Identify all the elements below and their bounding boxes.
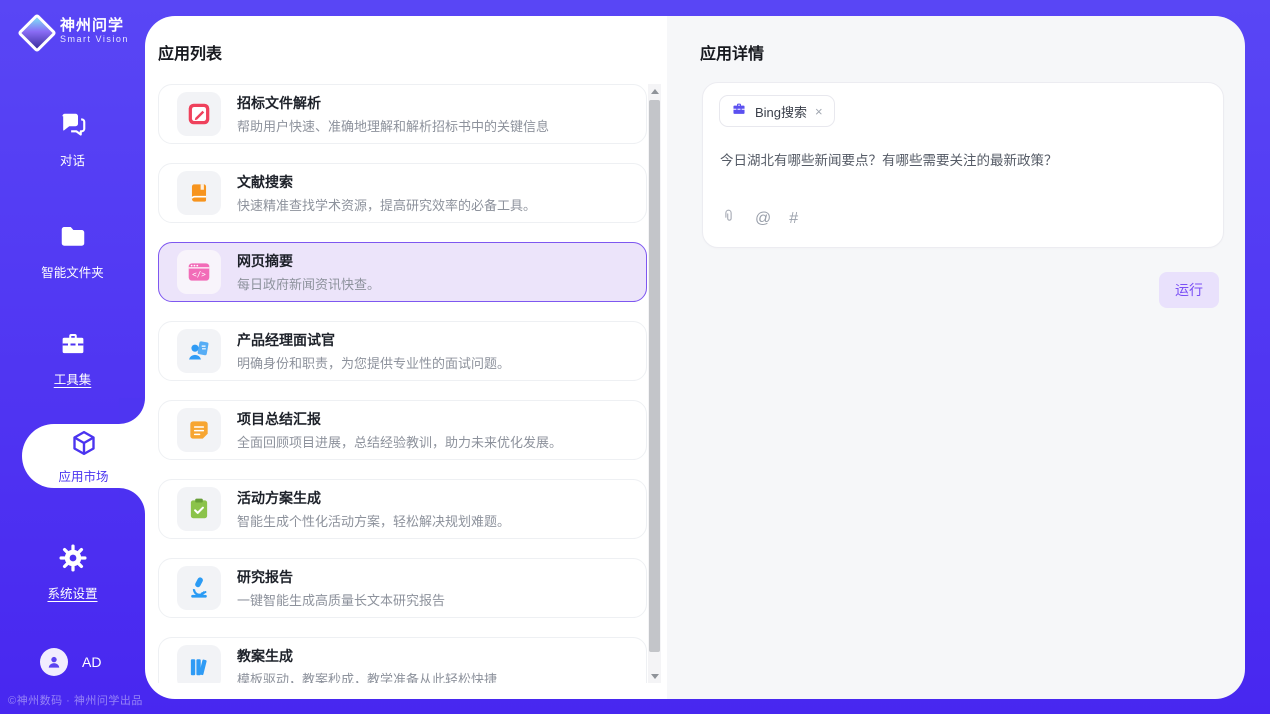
app-card-project-summary[interactable]: 项目总结汇报 全面回顾项目进展，总结经验教训，助力未来优化发展。 <box>158 400 647 460</box>
app-card-title: 网页摘要 <box>237 251 380 271</box>
interviewer-icon <box>177 329 221 373</box>
scrollbar-thumb[interactable] <box>649 100 660 652</box>
sidebar-item-label: 系统设置 <box>47 583 97 602</box>
hash-icon[interactable]: # <box>789 210 798 228</box>
microscope-icon <box>177 566 221 610</box>
app-card-web-summary[interactable]: </> 网页摘要 每日政府新闻资讯快查。 <box>158 242 647 302</box>
app-card-desc: 智能生成个性化活动方案，轻松解决规划难题。 <box>237 511 510 530</box>
app-card-title: 项目总结汇报 <box>237 409 562 429</box>
at-icon[interactable]: @ <box>755 210 771 228</box>
sidebar-item-app-market[interactable]: 应用市场 <box>22 424 145 488</box>
app-card-desc: 每日政府新闻资讯快查。 <box>237 274 380 293</box>
app-card-title: 产品经理面试官 <box>237 330 510 350</box>
books-icon <box>177 645 221 683</box>
app-card-desc: 一键智能生成高质量长文本研究报告 <box>237 590 445 609</box>
app-card-event-plan[interactable]: 活动方案生成 智能生成个性化活动方案，轻松解决规划难题。 <box>158 479 647 539</box>
cube-icon <box>69 428 99 463</box>
active-tab-curve-top <box>119 398 145 424</box>
scroll-up-arrow-icon[interactable] <box>648 84 661 98</box>
sidebar-item-label: 对话 <box>60 150 85 169</box>
app-card-title: 招标文件解析 <box>237 93 549 113</box>
app-detail-panel: 应用详情 Bing搜索 × 今日湖北有哪些新闻要点？有哪些需要关注的最新 <box>667 16 1245 699</box>
tool-tag-label: Bing搜索 <box>755 102 807 121</box>
app-card-pm-interviewer[interactable]: 产品经理面试官 明确身份和职责，为您提供专业性的面试问题。 <box>158 321 647 381</box>
app-card-tender-parse[interactable]: 招标文件解析 帮助用户快速、准确地理解和解析招标书中的关键信息 <box>158 84 647 144</box>
app-card-desc: 帮助用户快速、准确地理解和解析招标书中的关键信息 <box>237 116 549 135</box>
app-list: 招标文件解析 帮助用户快速、准确地理解和解析招标书中的关键信息 文献搜索 <box>158 84 647 683</box>
memo-icon <box>177 408 221 452</box>
chat-icon <box>58 110 88 145</box>
sidebar-item-label: 工具集 <box>54 369 92 388</box>
tool-tag-bing-search[interactable]: Bing搜索 × <box>719 95 835 127</box>
app-card-title: 文献搜索 <box>237 172 536 192</box>
user-account[interactable]: AD <box>40 648 101 676</box>
app-list-title: 应用列表 <box>158 40 222 64</box>
toolbox-icon <box>58 329 88 364</box>
app-detail-title: 应用详情 <box>700 40 764 64</box>
brand-logo: 神州问学 Smart Vision <box>18 14 129 48</box>
app-card-lesson-plan[interactable]: 教案生成 模板驱动，教案秒成，教学准备从此轻松快捷 <box>158 637 647 683</box>
prompt-input[interactable]: 今日湖北有哪些新闻要点？有哪些需要关注的最新政策？ <box>720 151 1203 170</box>
scroll-down-arrow-icon[interactable] <box>648 669 661 683</box>
brand-text: 神州问学 Smart Vision <box>60 17 129 45</box>
active-tab-curve-bottom <box>119 488 145 514</box>
app-card-desc: 快速精准查找学术资源，提高研究效率的必备工具。 <box>237 195 536 214</box>
prompt-card: Bing搜索 × 今日湖北有哪些新闻要点？有哪些需要关注的最新政策？ @ # <box>702 82 1224 248</box>
app-list-scrollbar[interactable] <box>648 84 661 683</box>
app-card-research-report[interactable]: 研究报告 一键智能生成高质量长文本研究报告 <box>158 558 647 618</box>
brand-gem-icon <box>18 14 52 48</box>
clipboard-check-icon <box>177 487 221 531</box>
briefcase-icon <box>731 101 747 122</box>
paperclip-icon[interactable] <box>720 207 737 231</box>
app-card-desc: 全面回顾项目进展，总结经验教训，助力未来优化发展。 <box>237 432 562 451</box>
sidebar-item-chat[interactable]: 对话 <box>0 110 145 169</box>
svg-text:</>: </> <box>192 270 206 279</box>
app-card-literature-search[interactable]: 文献搜索 快速精准查找学术资源，提高研究效率的必备工具。 <box>158 163 647 223</box>
book-icon <box>177 171 221 215</box>
person-icon <box>45 653 63 671</box>
gear-icon <box>58 543 88 578</box>
folder-icon <box>58 222 88 257</box>
app-card-desc: 模板驱动，教案秒成，教学准备从此轻松快捷 <box>237 669 497 683</box>
sidebar-item-label: 智能文件夹 <box>41 262 104 281</box>
attachment-toolbar: @ # <box>720 207 798 231</box>
sidebar-item-smart-folder[interactable]: 智能文件夹 <box>0 222 145 281</box>
browser-code-icon: </> <box>177 250 221 294</box>
app-card-desc: 明确身份和职责，为您提供专业性的面试问题。 <box>237 353 510 372</box>
doc-edit-icon <box>177 92 221 136</box>
run-button[interactable]: 运行 <box>1159 272 1219 308</box>
app-card-title: 研究报告 <box>237 567 445 587</box>
brand-tagline: Smart Vision <box>60 34 129 45</box>
sidebar-item-label: 应用市场 <box>58 466 108 485</box>
app-card-title: 活动方案生成 <box>237 488 510 508</box>
app-list-panel: 应用列表 招标文件解析 帮助用户快速、准确地理解和解析招标书中的关键信息 <box>145 16 667 699</box>
sidebar: 神州问学 Smart Vision 对话 智能文件夹 <box>0 0 145 714</box>
close-icon[interactable]: × <box>815 105 823 118</box>
main-content: 应用列表 招标文件解析 帮助用户快速、准确地理解和解析招标书中的关键信息 <box>145 16 1245 699</box>
app-card-title: 教案生成 <box>237 646 497 666</box>
app-window: 神州问学 Smart Vision 对话 智能文件夹 <box>0 0 1270 714</box>
avatar <box>40 648 68 676</box>
sidebar-item-toolset[interactable]: 工具集 <box>0 329 145 388</box>
copyright: ©神州数码 · 神州问学出品 <box>8 692 145 708</box>
user-initials: AD <box>82 654 101 670</box>
sidebar-item-settings[interactable]: 系统设置 <box>0 543 145 602</box>
brand-name: 神州问学 <box>60 17 129 34</box>
